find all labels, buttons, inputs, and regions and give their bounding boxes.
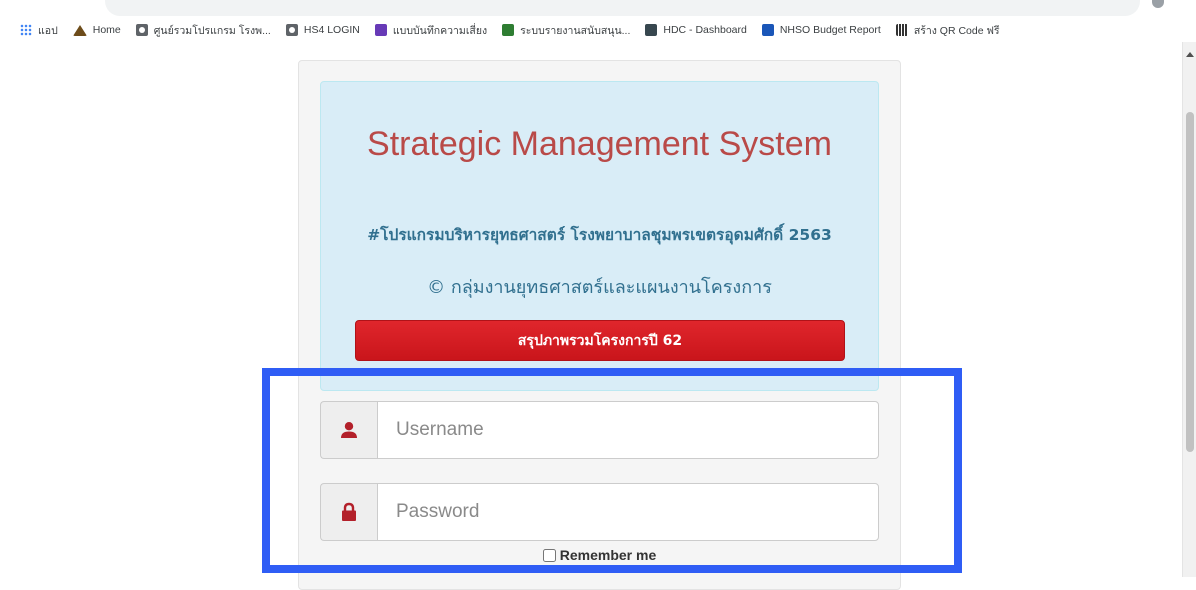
bookmark-label: NHSO Budget Report — [779, 24, 881, 36]
bookmark-hs4-login[interactable]: HS4 LOGIN — [285, 24, 360, 36]
page-title: Strategic Management System — [367, 125, 832, 163]
bookmark-nhso-budget[interactable]: NHSO Budget Report — [761, 24, 881, 36]
form-icon — [374, 24, 387, 36]
hdc-icon — [645, 24, 658, 36]
login-header: Strategic Management System #โปรแกรมบริห… — [320, 81, 879, 391]
address-bar-area — [0, 0, 1196, 18]
bookmark-label: แอป — [38, 24, 58, 37]
globe-icon — [135, 24, 148, 36]
apps-grid-icon — [20, 24, 32, 36]
bookmark-apps[interactable]: แอป — [20, 22, 58, 39]
lock-icon — [320, 483, 377, 541]
bookmark-label: แบบบันทึกความเสี่ยง — [392, 24, 488, 37]
green-logo-icon — [502, 24, 515, 36]
bookmark-label: HS4 LOGIN — [303, 24, 360, 36]
address-bar[interactable] — [105, 0, 1140, 16]
remember-me-checkbox[interactable] — [542, 548, 556, 562]
page-scrollbar[interactable] — [1182, 42, 1196, 577]
bookmark-label: สร้าง QR Code ฟรี — [913, 24, 1000, 37]
bookmark-label: HDC - Dashboard — [663, 24, 747, 36]
scroll-up-icon[interactable] — [1186, 52, 1194, 57]
password-input[interactable] — [377, 483, 879, 541]
bookmark-support-report[interactable]: ระบบรายงานสนับสนุน... — [502, 22, 630, 39]
profile-avatar[interactable] — [1152, 0, 1164, 8]
username-input[interactable] — [377, 401, 879, 459]
program-subtitle: #โปรแกรมบริหารยุทธศาสตร์ โรงพยาบาลชุมพรเ… — [367, 226, 832, 244]
username-group — [320, 401, 879, 459]
globe-icon — [285, 24, 298, 36]
chart-icon — [761, 24, 774, 36]
bookmarks-bar: แอป Home ศูนย์รวมโปรแกรม โรงพ... HS4 LOG… — [0, 18, 1196, 42]
bookmark-hdc-dashboard[interactable]: HDC - Dashboard — [645, 24, 747, 36]
department-label: © กลุ่มงานยุทธศาสตร์และแผนงานโครงการ — [427, 277, 772, 298]
login-panel: Strategic Management System #โปรแกรมบริห… — [298, 60, 901, 590]
remember-me-label: Remember me — [559, 547, 657, 563]
home-icon — [72, 24, 87, 36]
bookmark-label: ศูนย์รวมโปรแกรม โรงพ... — [153, 24, 271, 37]
scroll-thumb[interactable] — [1186, 112, 1194, 452]
bookmark-label: Home — [92, 24, 121, 36]
bookmark-qr-code[interactable]: สร้าง QR Code ฟรี — [895, 22, 1000, 39]
remember-me[interactable]: Remember me — [299, 547, 900, 563]
project-summary-button[interactable]: สรุปภาพรวมโครงการปี 62 — [355, 320, 845, 361]
bookmark-label: ระบบรายงานสนับสนุน... — [520, 24, 631, 37]
bookmark-risk-form[interactable]: แบบบันทึกความเสี่ยง — [374, 22, 488, 39]
user-icon — [320, 401, 377, 459]
bookmark-home[interactable]: Home — [72, 24, 121, 36]
qr-icon — [895, 24, 908, 36]
password-group — [320, 483, 879, 541]
bookmark-program-center[interactable]: ศูนย์รวมโปรแกรม โรงพ... — [135, 22, 271, 39]
